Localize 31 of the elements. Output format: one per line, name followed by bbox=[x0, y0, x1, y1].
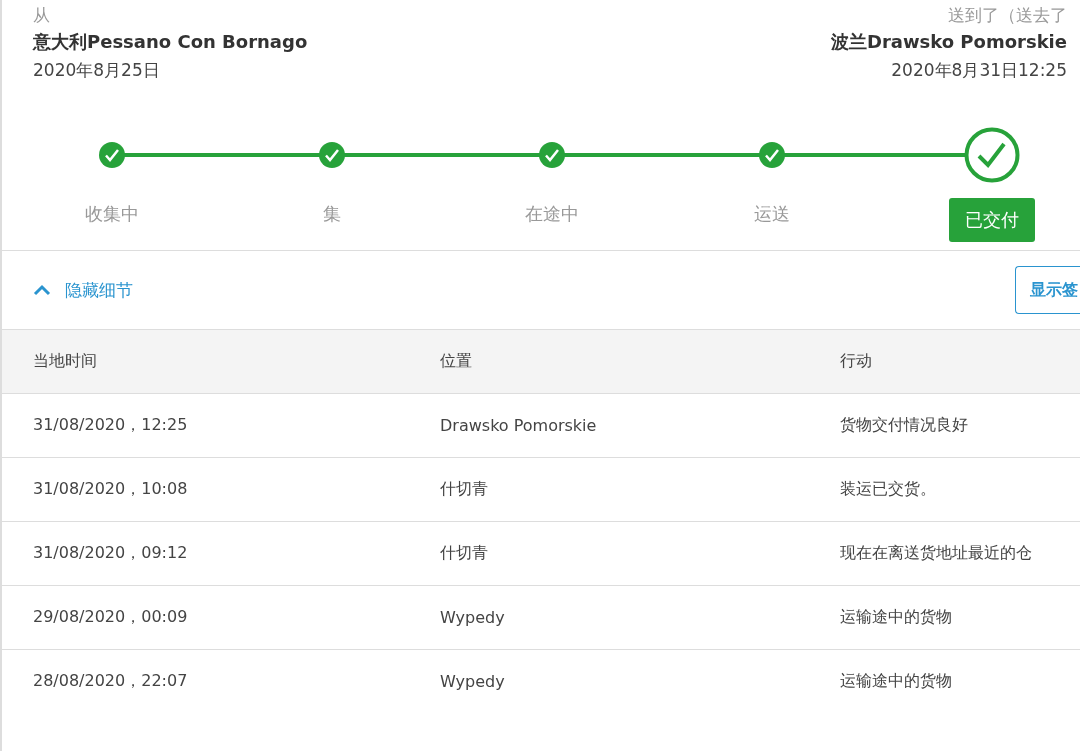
table-cell-text: 运输途中的货物 bbox=[840, 607, 953, 628]
origin-date: 2020年8月25日 bbox=[33, 59, 160, 82]
status-badge: 已交付 bbox=[949, 198, 1035, 242]
step-label: 在途中 bbox=[524, 202, 580, 226]
origin-place: 意大利Pessano Con Bornago bbox=[33, 30, 308, 54]
table-cell-text: 装运已交货。 bbox=[840, 479, 937, 500]
destination-date: 2020年8月31日12:25 bbox=[891, 59, 1067, 82]
column-header: 行动 bbox=[840, 351, 873, 372]
table-cell-text: 什切青 bbox=[440, 543, 489, 564]
step-label: 运送 bbox=[753, 202, 791, 226]
column-header: 当地时间 bbox=[33, 351, 98, 372]
table-cell-text: 29/08/2020，00:09 bbox=[33, 607, 189, 628]
table-cell-text: Wypedy bbox=[440, 672, 506, 691]
hide-details-toggle[interactable]: 隐藏细节 bbox=[33, 278, 133, 302]
table-cell-text: 现在在离送货地址最近的仓 bbox=[840, 543, 1033, 564]
table-cell-text: 货物交付情况良好 bbox=[840, 415, 969, 436]
table-cell-text: Wypedy bbox=[440, 608, 506, 627]
table-cell-text: 31/08/2020，10:08 bbox=[33, 479, 189, 500]
to-label: 送到了（送去了 bbox=[948, 4, 1067, 26]
show-signature-button[interactable]: 显示签 bbox=[1015, 266, 1080, 314]
column-header: 位置 bbox=[440, 351, 473, 372]
table-cell-text: 什切青 bbox=[440, 479, 489, 500]
table-cell-text: 28/08/2020，22:07 bbox=[33, 671, 189, 692]
step-label: 集 bbox=[322, 202, 342, 226]
destination-place: 波兰Drawsko Pomorskie bbox=[830, 30, 1067, 54]
from-label: 从 bbox=[33, 4, 50, 26]
table-cell-text: 运输途中的货物 bbox=[840, 671, 953, 692]
step-label: 收集中 bbox=[84, 202, 140, 226]
table-cell-text: 31/08/2020，09:12 bbox=[33, 543, 189, 564]
table-cell-text: Drawsko Pomorskie bbox=[440, 416, 598, 435]
table-cell-text: 31/08/2020，12:25 bbox=[33, 415, 189, 436]
